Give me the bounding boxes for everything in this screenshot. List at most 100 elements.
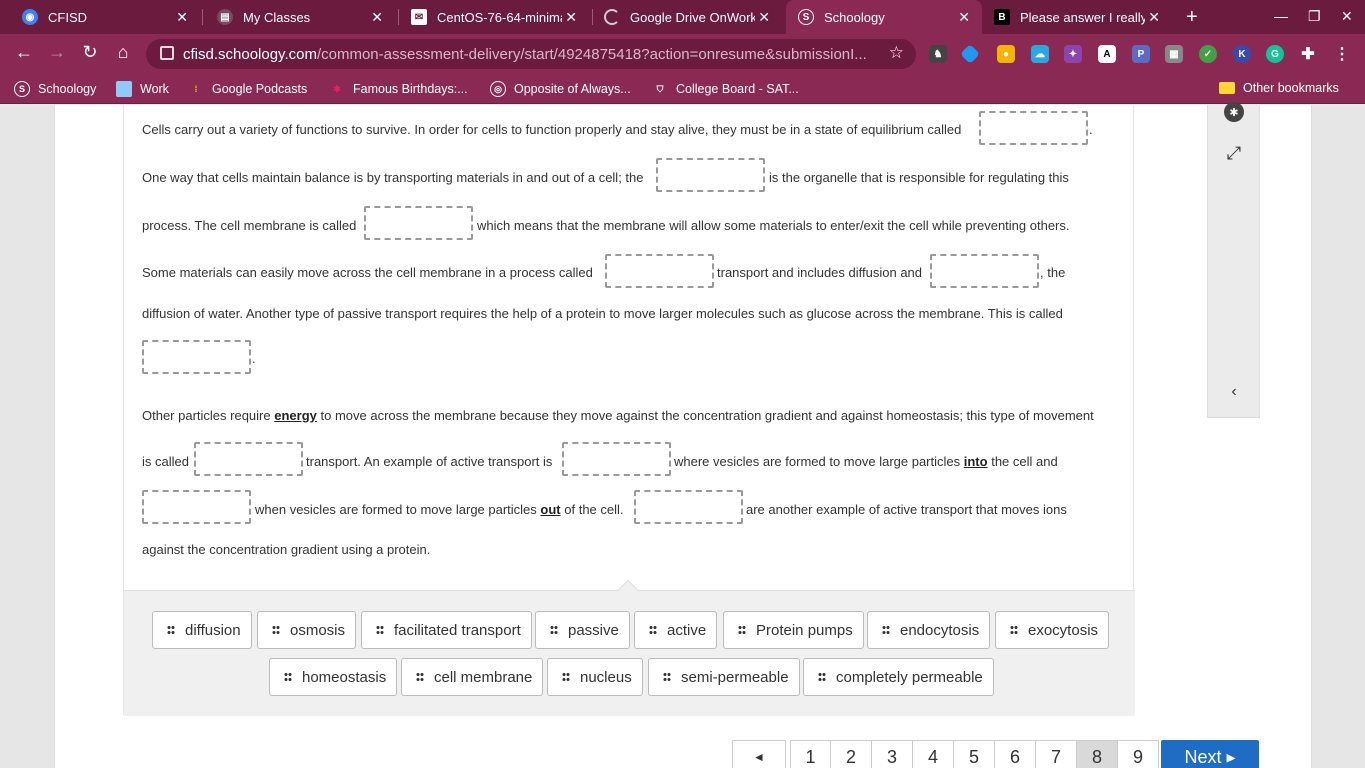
close-icon[interactable]: ✕	[758, 9, 770, 26]
bookmark-work[interactable]: Work	[116, 81, 169, 97]
drop-blank-10[interactable]	[634, 490, 743, 524]
answer-chip[interactable]: osmosis	[257, 611, 357, 649]
drop-blank-3[interactable]	[364, 206, 473, 240]
prev-page-button[interactable]: ◄	[732, 740, 786, 768]
collapse-panel-icon[interactable]: ‹	[1224, 383, 1244, 401]
extension-icon[interactable]: ✓	[1199, 45, 1217, 63]
answer-chip[interactable]: active	[634, 611, 718, 649]
bookmark-google-podcasts[interactable]: ⁞ Google Podcasts	[188, 81, 308, 97]
page-button-current[interactable]: 8	[1077, 740, 1118, 768]
question-text: One way that cells maintain balance is b…	[142, 170, 644, 185]
answer-chip[interactable]: exocytosis	[995, 611, 1110, 649]
bookmark-schoology[interactable]: S Schoology	[14, 81, 96, 97]
reload-icon[interactable]: ↻	[78, 42, 102, 63]
fullscreen-icon[interactable]: ⤢	[1224, 143, 1244, 164]
drag-handle-icon	[562, 672, 570, 682]
bookmark-opposite-of-always[interactable]: ◎ Opposite of Always...	[490, 81, 631, 97]
question-text: transport. An example of active transpor…	[306, 454, 553, 469]
question-text: is the organelle that is responsible for…	[769, 170, 1069, 185]
drop-blank-9[interactable]	[142, 490, 251, 524]
tab-google-drive[interactable]: Google Drive OnWorks ✕	[582, 0, 782, 34]
extension-icon[interactable]: ☁	[1031, 45, 1049, 63]
page-button[interactable]: 7	[1036, 740, 1077, 768]
back-icon[interactable]: ←	[12, 42, 36, 63]
page-button[interactable]: 5	[954, 740, 995, 768]
address-bar[interactable]: cfisd.schoology.com/common-assessment-de…	[146, 39, 916, 69]
extension-icon[interactable]: ♞	[929, 45, 947, 63]
drop-blank-2[interactable]	[656, 158, 765, 192]
page-button[interactable]: 6	[995, 740, 1036, 768]
bookmark-college-board[interactable]: ⛉ College Board - SAT...	[652, 81, 799, 97]
extension-icon[interactable]: ▦	[1165, 45, 1183, 63]
answer-chip[interactable]: facilitated transport	[361, 611, 532, 649]
answer-chip[interactable]: diffusion	[152, 611, 252, 649]
close-icon[interactable]: ✕	[371, 9, 383, 26]
minimize-icon[interactable]: —	[1274, 8, 1288, 24]
globe-icon: ◎	[490, 81, 506, 97]
puzzle-icon[interactable]: ✚	[1299, 45, 1317, 63]
tab-cfisd[interactable]: ◉ CFISD ✕	[0, 0, 200, 34]
tab-centos[interactable]: ✉ CentOS-76-64-minimal ✕	[389, 0, 589, 34]
drop-blank-1[interactable]	[979, 111, 1088, 145]
extension-icon[interactable]: K	[1233, 45, 1251, 63]
drop-blank-8[interactable]	[562, 442, 671, 476]
extension-icon[interactable]: P	[1132, 45, 1150, 63]
question-text: are another example of active transport …	[746, 502, 1067, 517]
drag-handle-icon	[376, 625, 384, 635]
question-area: Cells carry out a variety of functions t…	[123, 105, 1135, 716]
answer-chip[interactable]: Protein pumps	[723, 611, 864, 649]
next-button[interactable]: Next ▸	[1161, 740, 1259, 768]
close-icon[interactable]: ✕	[1148, 9, 1160, 26]
menu-dots-icon[interactable]: ⋮	[1333, 45, 1351, 63]
forward-icon[interactable]: →	[45, 42, 69, 63]
drag-handle-icon	[167, 625, 175, 635]
extension-icon[interactable]	[960, 44, 980, 64]
drop-blank-5[interactable]	[930, 254, 1039, 288]
extension-icon[interactable]: ✦	[1064, 45, 1082, 63]
bookmark-star-icon[interactable]: ☆	[889, 43, 904, 63]
question-text: against the concentration gradient using…	[142, 542, 431, 557]
question-text: diffusion of water. Another type of pass…	[142, 306, 1063, 321]
new-tab-icon[interactable]: +	[1186, 6, 1198, 29]
drag-handle-icon	[284, 672, 292, 682]
drop-blank-7[interactable]	[194, 442, 303, 476]
classes-icon: ▤	[217, 9, 233, 25]
answer-chip[interactable]: cell membrane	[401, 658, 544, 696]
question-text: .	[1089, 122, 1093, 137]
close-window-icon[interactable]: ✕	[1341, 8, 1353, 25]
accessibility-icon[interactable]: ✱	[1224, 102, 1244, 122]
home-icon[interactable]: ⌂	[111, 42, 135, 63]
close-icon[interactable]: ✕	[565, 9, 577, 26]
drag-handle-icon	[272, 625, 280, 635]
tab-label: My Classes	[243, 9, 311, 25]
drop-blank-4[interactable]	[605, 254, 714, 288]
tab-brainly[interactable]: B Please answer I really ✕	[972, 0, 1172, 34]
page-button[interactable]: 1	[790, 740, 831, 768]
grammarly-icon[interactable]: G	[1266, 45, 1284, 63]
page-button[interactable]: 3	[872, 740, 913, 768]
extension-icon[interactable]: A	[1098, 45, 1116, 63]
page-button[interactable]: 4	[913, 740, 954, 768]
shield-icon: ⛉	[656, 83, 664, 94]
drop-blank-6[interactable]	[142, 340, 251, 374]
answer-chip[interactable]: nucleus	[547, 658, 643, 696]
question-pager: ◄	[732, 740, 786, 768]
bookmark-famous-birthdays[interactable]: ✱ Famous Birthdays:...	[329, 81, 467, 97]
tab-my-classes[interactable]: ▤ My Classes ✕	[195, 0, 395, 34]
answer-chip[interactable]: homeostasis	[269, 658, 398, 696]
question-text: is called	[142, 454, 189, 469]
answer-chip[interactable]: passive	[535, 611, 630, 649]
tab-schoology[interactable]: S Schoology ✕	[786, 0, 982, 34]
restore-icon[interactable]: ❐	[1308, 8, 1321, 25]
close-icon[interactable]: ✕	[958, 9, 970, 26]
other-bookmarks[interactable]: Other bookmarks	[1219, 81, 1339, 95]
answer-chip[interactable]: endocytosis	[867, 611, 991, 649]
page-button[interactable]: 2	[831, 740, 872, 768]
page-button[interactable]: 9	[1118, 740, 1159, 768]
extension-icon[interactable]: ●	[997, 45, 1015, 63]
tab-label: Google Drive OnWorks	[630, 9, 755, 25]
drag-handle-icon	[818, 672, 826, 682]
close-icon[interactable]: ✕	[176, 9, 188, 26]
answer-chip[interactable]: completely permeable	[803, 658, 994, 696]
answer-chip[interactable]: semi-permeable	[648, 658, 800, 696]
